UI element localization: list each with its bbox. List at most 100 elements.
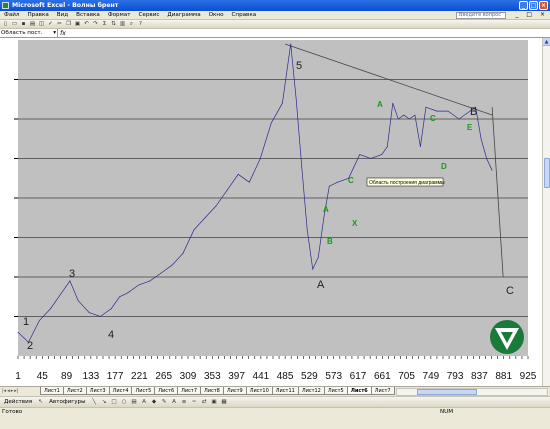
undo-icon[interactable]: ↶ bbox=[83, 21, 90, 28]
data-point bbox=[420, 146, 421, 148]
maximize-button[interactable]: □ bbox=[529, 1, 538, 10]
spell-icon[interactable]: ✓ bbox=[47, 21, 54, 28]
shadow-icon[interactable]: ▣ bbox=[211, 399, 218, 406]
dash-style-icon[interactable]: ┅ bbox=[191, 399, 198, 406]
tab-prev-icon[interactable]: ◂ bbox=[7, 388, 10, 394]
sheet-tab-0[interactable]: Лист1 bbox=[40, 387, 64, 395]
scroll-up-icon[interactable]: ▲ bbox=[543, 38, 550, 46]
textbox-icon[interactable]: ▤ bbox=[131, 399, 138, 406]
price-chart: 1 2 3 4 5 A B C A B C X A B C D E Област… bbox=[14, 40, 537, 382]
menu-format[interactable]: Формат bbox=[104, 12, 135, 18]
x-tick-label: 749 bbox=[423, 371, 440, 382]
sheet-tab-3[interactable]: Лист4 bbox=[108, 387, 133, 395]
name-box[interactable]: Область пост. ▾ bbox=[0, 29, 58, 37]
data-point bbox=[392, 102, 394, 104]
rectangle-icon[interactable]: □ bbox=[111, 399, 118, 406]
menu-help[interactable]: Справка bbox=[228, 12, 261, 18]
arrow-icon[interactable]: ↘ bbox=[101, 399, 108, 406]
cut-icon[interactable]: ✂ bbox=[56, 21, 63, 28]
menu-view[interactable]: Вид bbox=[53, 12, 72, 18]
chevron-down-icon[interactable]: ▾ bbox=[53, 29, 56, 37]
print-icon[interactable]: ▤ bbox=[29, 21, 36, 28]
sheet-tab-10[interactable]: Лист11 bbox=[271, 387, 299, 395]
menu-chart[interactable]: Диаграмма bbox=[163, 12, 204, 18]
menu-insert[interactable]: Вставка bbox=[72, 12, 104, 18]
menu-edit[interactable]: Правка bbox=[23, 12, 52, 18]
line-style-icon[interactable]: ≡ bbox=[181, 399, 188, 406]
line-icon[interactable]: ╲ bbox=[91, 399, 98, 406]
oval-icon[interactable]: ○ bbox=[121, 399, 128, 406]
font-color-icon[interactable]: A bbox=[171, 399, 178, 406]
chart-area[interactable]: 1 2 3 4 5 A B C A B C X A B C D E Област… bbox=[0, 38, 542, 386]
corr-label-d: D bbox=[441, 162, 447, 171]
fill-color-icon[interactable]: ◆ bbox=[151, 399, 158, 406]
sort-icon[interactable]: ⇅ bbox=[110, 21, 117, 28]
pointer-icon[interactable]: ↖ bbox=[37, 399, 44, 406]
3d-icon[interactable]: ▦ bbox=[221, 399, 228, 406]
fx-icon[interactable]: fx bbox=[58, 30, 68, 37]
x-tick-label: 133 bbox=[83, 371, 100, 382]
sheet-tab-14[interactable]: Лист7 bbox=[370, 387, 395, 395]
actions-menu[interactable]: Действия bbox=[2, 399, 34, 405]
data-point bbox=[127, 292, 129, 294]
sheet-tab-6[interactable]: Лист7 bbox=[177, 387, 202, 395]
arrow-style-icon[interactable]: ⇄ bbox=[201, 399, 208, 406]
menu-file[interactable]: Файл bbox=[0, 12, 23, 18]
new-file-icon[interactable]: ▯ bbox=[2, 21, 9, 28]
sheet-tab-4[interactable]: Лист5 bbox=[131, 387, 156, 395]
x-tick-label: 529 bbox=[301, 371, 318, 382]
autoshapes-menu[interactable]: Автофигуры bbox=[47, 399, 87, 405]
tab-first-icon[interactable]: |◂ bbox=[2, 388, 6, 394]
redo-icon[interactable]: ↷ bbox=[92, 21, 99, 28]
horizontal-scrollbar[interactable] bbox=[395, 388, 548, 396]
help-question-input[interactable]: Введите вопрос bbox=[456, 12, 506, 19]
menu-window[interactable]: Окно bbox=[205, 12, 228, 18]
sheet-tab-5[interactable]: Лист6 bbox=[154, 387, 179, 395]
corr-label-x: X bbox=[352, 219, 358, 228]
x-tick-label: 705 bbox=[398, 371, 415, 382]
data-point bbox=[110, 308, 112, 309]
menu-tools[interactable]: Сервис bbox=[135, 12, 164, 18]
tab-last-icon[interactable]: ▸| bbox=[14, 388, 18, 394]
wave-label-4: 4 bbox=[108, 329, 114, 341]
sheet-tab-12[interactable]: Лист5 bbox=[323, 387, 348, 395]
data-point bbox=[370, 158, 372, 159]
wordart-icon[interactable]: A bbox=[141, 399, 148, 406]
x-tick-label: 397 bbox=[228, 371, 245, 382]
save-icon[interactable]: ▪ bbox=[20, 21, 27, 28]
mdi-controls[interactable]: _ □ × bbox=[515, 11, 548, 18]
sheet-tab-9[interactable]: Лист10 bbox=[245, 387, 273, 395]
sheet-tab-7[interactable]: Лист8 bbox=[200, 387, 224, 395]
data-point bbox=[99, 316, 101, 317]
help-icon[interactable]: ? bbox=[137, 21, 144, 28]
data-point bbox=[381, 154, 383, 155]
close-button[interactable]: × bbox=[539, 1, 548, 10]
title-bar: Microsoft Excel - Волны брент _ □ × bbox=[0, 0, 550, 11]
sheet-tab-13[interactable]: Лист6 bbox=[346, 387, 372, 395]
copy-icon[interactable]: ❐ bbox=[65, 21, 72, 28]
tab-navigation: |◂ ◂ ▸ ▸| bbox=[0, 387, 40, 395]
data-point bbox=[182, 252, 184, 254]
sum-icon[interactable]: Σ bbox=[101, 21, 108, 28]
sheet-tab-8[interactable]: Лист9 bbox=[222, 387, 247, 395]
chart-wizard-icon[interactable]: ▥ bbox=[119, 21, 126, 28]
data-point bbox=[226, 189, 228, 191]
status-num: NUM bbox=[440, 409, 454, 415]
zoom-icon[interactable]: ⌕ bbox=[128, 21, 135, 28]
hscroll-thumb[interactable] bbox=[416, 389, 477, 395]
line-color-icon[interactable]: ✎ bbox=[161, 399, 168, 406]
data-point bbox=[403, 114, 405, 116]
sheet-tab-2[interactable]: Лист3 bbox=[85, 387, 110, 395]
sheet-tab-11[interactable]: Лист12 bbox=[297, 387, 325, 395]
scroll-thumb[interactable] bbox=[544, 158, 550, 188]
sheet-tab-1[interactable]: Лист2 bbox=[62, 387, 87, 395]
minimize-button[interactable]: _ bbox=[519, 1, 528, 10]
tab-next-icon[interactable]: ▸ bbox=[11, 388, 14, 394]
data-point bbox=[337, 181, 338, 183]
open-folder-icon[interactable]: ▭ bbox=[11, 21, 18, 28]
paste-icon[interactable]: ▣ bbox=[74, 21, 81, 28]
x-tick-label: 353 bbox=[204, 371, 221, 382]
x-tick-label: 265 bbox=[155, 371, 172, 382]
vertical-scrollbar[interactable]: ▲ bbox=[542, 38, 550, 386]
preview-icon[interactable]: ◫ bbox=[38, 21, 45, 28]
